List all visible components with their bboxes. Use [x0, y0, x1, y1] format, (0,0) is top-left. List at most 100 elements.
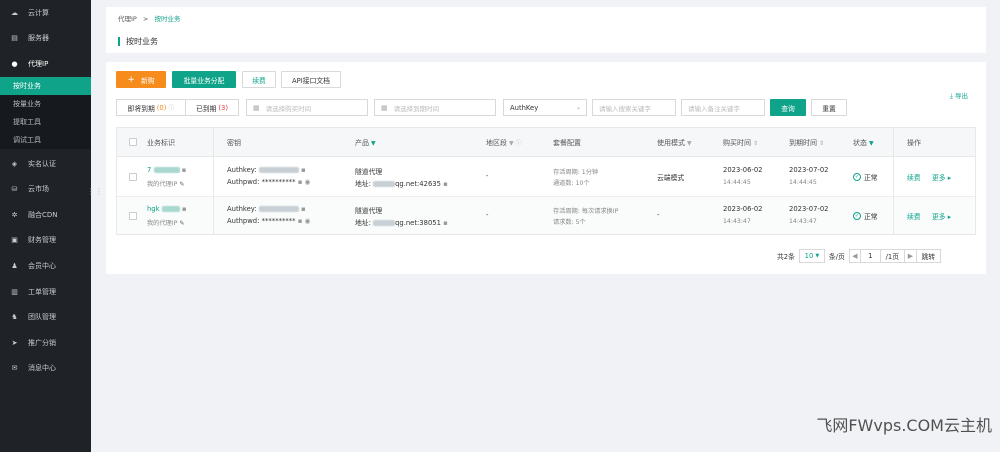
- sidebar-item-real-name[interactable]: ◈ 实名认证: [0, 151, 91, 177]
- product-name: 隧道代理: [355, 168, 383, 176]
- column-divider: [893, 128, 894, 234]
- message-icon: ✉: [11, 364, 18, 373]
- expire-date: 2023-07-02: [789, 166, 829, 174]
- sidebar-item-finance[interactable]: ▣ 财务管理: [0, 228, 91, 254]
- buy-time-picker[interactable]: ▦ 请选择购买时间: [246, 99, 368, 116]
- row-more-menu[interactable]: 更多 ▸: [932, 172, 951, 182]
- filter-icon[interactable]: ▼: [371, 140, 376, 147]
- column-divider: [213, 128, 214, 234]
- masked-authkey: [258, 167, 299, 173]
- sidebar-item-cloud-computing[interactable]: ☁ 云计算: [0, 0, 91, 26]
- plus-icon: +: [127, 74, 135, 85]
- copy-icon[interactable]: ▪: [298, 217, 303, 225]
- th-buy-time[interactable]: 购买时间 ⇕: [723, 138, 758, 148]
- caret-right-icon: ▸: [947, 213, 952, 221]
- sidebar-item-cdn[interactable]: ✲ 融合CDN: [0, 202, 91, 228]
- copy-icon[interactable]: ▪: [301, 205, 306, 213]
- filter-expiring-soon[interactable]: 即将到期 (0) ⓘ: [116, 99, 186, 116]
- ticket-icon: ▥: [11, 287, 18, 296]
- row-more-menu[interactable]: 更多 ▸: [932, 211, 951, 221]
- copy-icon[interactable]: ▪: [443, 180, 448, 188]
- table-row: 7 ▪ 我的代理IP ✎ Authkey: ▪ Authpwd: *******…: [117, 158, 975, 196]
- sidebar-item-team[interactable]: ♞ 团队管理: [0, 304, 91, 330]
- chevron-down-icon: ⌄: [575, 104, 581, 111]
- renew-button[interactable]: 续费: [242, 71, 276, 88]
- search-key-select[interactable]: AuthKey ⌄: [503, 99, 587, 116]
- buy-button[interactable]: + 新购: [116, 71, 166, 88]
- row-checkbox[interactable]: [129, 173, 137, 181]
- breadcrumb-separator: >: [142, 15, 149, 23]
- th-product[interactable]: 产品 ▼: [355, 138, 376, 148]
- edit-icon[interactable]: ✎: [179, 181, 184, 188]
- sidebar-item-cloud-market[interactable]: ⛁ 云市场: [0, 176, 91, 202]
- page-size-select[interactable]: 10 ▼: [798, 249, 825, 263]
- copy-icon[interactable]: ▪: [443, 219, 448, 227]
- per-page-label: 条/页: [828, 253, 845, 261]
- row-checkbox[interactable]: [129, 212, 137, 220]
- query-button[interactable]: 查询: [770, 99, 806, 116]
- prev-page-button[interactable]: ◀: [848, 249, 861, 263]
- copy-icon[interactable]: ▪: [301, 166, 306, 174]
- th-region[interactable]: 地区段 ▼ ⓘ: [486, 138, 522, 148]
- sort-icon[interactable]: ⇕: [753, 140, 758, 147]
- next-page-button[interactable]: ▶: [904, 249, 917, 263]
- business-id[interactable]: hgk ▪: [147, 205, 187, 213]
- jump-button[interactable]: 跳转: [916, 249, 941, 263]
- authkey: Authkey: ▪: [227, 166, 306, 174]
- copy-icon[interactable]: ▪: [182, 205, 187, 213]
- watermark: 飞网FWvps.COM云主机: [816, 416, 992, 435]
- copy-icon[interactable]: ▪: [182, 166, 187, 174]
- eye-icon[interactable]: ◉: [305, 178, 311, 186]
- check-circle-icon: ✓: [853, 173, 861, 181]
- expire-time-picker[interactable]: ▦ 请选择到期时间: [374, 99, 496, 116]
- check-circle-icon: ✓: [853, 212, 861, 220]
- authpwd: Authpwd: ********** ▪ ◉: [227, 217, 311, 225]
- plan-channels: 通道数: 10个: [553, 180, 590, 187]
- sidebar-item-messages[interactable]: ✉ 消息中心: [0, 356, 91, 382]
- buy-date: 2023-06-02: [723, 166, 763, 174]
- reset-button[interactable]: 重置: [811, 99, 847, 116]
- region: -: [486, 211, 489, 219]
- plan-requests: 请求数: 5个: [553, 219, 586, 226]
- sidebar-sub-item-metered-business[interactable]: 按量业务: [0, 94, 91, 113]
- batch-assign-button[interactable]: 批量业务分配: [172, 71, 236, 88]
- filter-expired[interactable]: 已到期 (3): [185, 99, 239, 116]
- sort-icon[interactable]: ⇕: [819, 140, 824, 147]
- th-mode[interactable]: 使用模式 ▼: [657, 138, 692, 148]
- sidebar-item-member[interactable]: ♟ 会员中心: [0, 253, 91, 279]
- masked-host: [373, 220, 396, 226]
- business-remark: 我的代理IP ✎: [147, 220, 185, 227]
- sidebar-item-proxy-ip[interactable]: ● 代理IP: [0, 51, 91, 77]
- masked-id: [161, 206, 180, 212]
- th-status[interactable]: 状态 ▼: [853, 138, 874, 148]
- sidebar-item-server[interactable]: ▤ 服务器: [0, 26, 91, 52]
- expire-date: 2023-07-02: [789, 205, 829, 213]
- th-plan: 套餐配置: [553, 139, 581, 147]
- edit-icon[interactable]: ✎: [179, 220, 184, 227]
- business-id[interactable]: 7 ▪: [147, 166, 186, 174]
- chevron-left-icon: ◀: [852, 252, 858, 260]
- row-renew-link[interactable]: 续费: [907, 172, 921, 182]
- sidebar-sub-item-debug-tool[interactable]: 调试工具: [0, 130, 91, 149]
- select-all-checkbox[interactable]: [129, 138, 137, 146]
- sidebar-sub-item-timed-business[interactable]: 按时业务: [0, 76, 91, 95]
- th-expire-time[interactable]: 到期时间 ⇕: [789, 138, 824, 148]
- search-keyword-input[interactable]: 请输入搜索关键字: [592, 99, 676, 116]
- table-header: 业务标识 密钥 产品 ▼ 地区段 ▼ ⓘ 套餐配置 使用模式 ▼ 购买时间 ⇕ 到期时间 ⇕…: [117, 128, 975, 157]
- filter-icon[interactable]: ▼: [869, 140, 874, 147]
- filter-icon[interactable]: ▼: [509, 140, 514, 147]
- page-number-input[interactable]: 1: [860, 249, 881, 263]
- sidebar-item-tickets[interactable]: ▥ 工单管理: [0, 279, 91, 305]
- sidebar-sub-item-extract-tool[interactable]: 提取工具: [0, 112, 91, 131]
- remark-keyword-input[interactable]: 请输入备注关键字: [681, 99, 765, 116]
- api-doc-button[interactable]: API接口文档: [281, 71, 341, 88]
- row-renew-link[interactable]: 续费: [907, 211, 921, 221]
- breadcrumb-parent[interactable]: 代理IP: [118, 15, 137, 23]
- copy-icon[interactable]: ▪: [298, 178, 303, 186]
- authkey: Authkey: ▪: [227, 205, 306, 213]
- sidebar-item-affiliate[interactable]: ➤ 推广分销: [0, 330, 91, 356]
- masked-id: [153, 167, 180, 173]
- eye-icon[interactable]: ◉: [305, 217, 311, 225]
- filter-icon[interactable]: ▼: [687, 140, 692, 147]
- export-button[interactable]: ⤓ 导出: [950, 90, 968, 101]
